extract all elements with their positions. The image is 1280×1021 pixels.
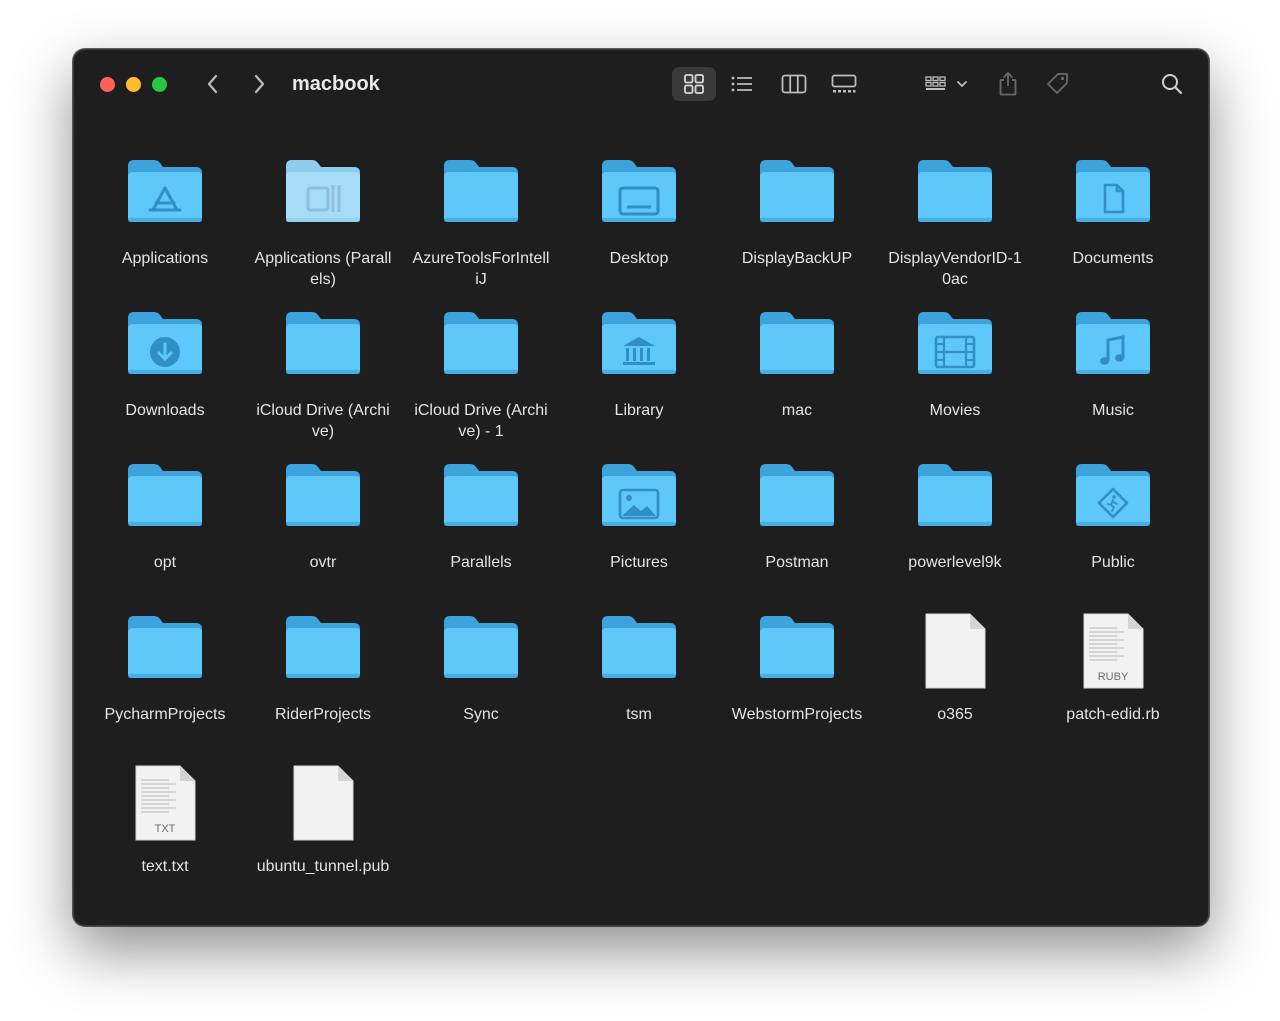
folder-icon <box>436 610 526 686</box>
desktop-folder-icon <box>594 154 684 230</box>
item-label: Music <box>1092 402 1134 419</box>
folder-item[interactable]: Documents <box>1038 154 1188 269</box>
folder-item[interactable]: Parallels <box>406 458 556 573</box>
music-note-folder-icon <box>1068 306 1158 382</box>
folder-item[interactable]: Applications <box>90 154 240 269</box>
item-label: Library <box>614 402 664 419</box>
folder-item[interactable]: Pictures <box>564 458 714 573</box>
folder-item[interactable]: ovtr <box>248 458 398 573</box>
folder-icon <box>752 154 842 230</box>
parallels-folder-icon <box>278 154 368 230</box>
folder-item[interactable]: PycharmProjects <box>90 610 240 725</box>
item-label: Applications <box>121 250 209 267</box>
item-label: Parallels <box>450 554 512 571</box>
folder-item[interactable]: Movies <box>880 306 1030 421</box>
item-label: opt <box>153 554 177 571</box>
picture-folder-icon <box>594 458 684 534</box>
item-label: AzureToolsForIntelliJ <box>412 250 550 288</box>
item-label: text.txt <box>141 858 189 875</box>
folder-icon <box>278 306 368 382</box>
item-label: DisplayBackUP <box>741 250 853 267</box>
item-label: Documents <box>1072 250 1154 267</box>
folder-item[interactable]: DisplayVendorID-10ac <box>880 154 1030 290</box>
folder-icon <box>910 458 1000 534</box>
item-label: PycharmProjects <box>104 706 226 723</box>
ruby-file-icon: RUBY <box>1068 610 1158 690</box>
item-label: Postman <box>765 554 829 571</box>
document-file-icon <box>910 610 1000 690</box>
folder-item[interactable]: Postman <box>722 458 872 573</box>
folder-item[interactable]: iCloud Drive (Archive) - 1 <box>406 306 556 442</box>
folder-item[interactable]: mac <box>722 306 872 421</box>
folder-icon <box>910 154 1000 230</box>
file-item[interactable]: o365 <box>880 610 1030 725</box>
folder-icon <box>752 610 842 686</box>
folder-item[interactable]: Applications (Parallels) <box>248 154 398 290</box>
folder-item[interactable]: RiderProjects <box>248 610 398 725</box>
item-label: Downloads <box>125 402 205 419</box>
txt-file-icon: TXT <box>120 762 210 842</box>
download-folder-icon <box>120 306 210 382</box>
folder-item[interactable]: tsm <box>564 610 714 725</box>
item-label: Applications (Parallels) <box>254 250 392 288</box>
item-label: DisplayVendorID-10ac <box>888 250 1022 288</box>
finder-window: macbook Applications Applications (Paral… <box>73 49 1209 926</box>
item-label: o365 <box>937 706 973 723</box>
folder-item[interactable]: iCloud Drive (Archive) <box>248 306 398 442</box>
folder-icon <box>752 458 842 534</box>
item-label: patch-edid.rb <box>1066 706 1160 723</box>
folder-icon <box>752 306 842 382</box>
app-store-folder-icon <box>120 154 210 230</box>
folder-item[interactable]: Library <box>564 306 714 421</box>
item-label: mac <box>781 402 813 419</box>
folder-item[interactable]: opt <box>90 458 240 573</box>
item-label: ovtr <box>309 554 337 571</box>
item-label: Sync <box>463 706 499 723</box>
item-label: Desktop <box>609 250 669 267</box>
public-sign-folder-icon <box>1068 458 1158 534</box>
item-label: ubuntu_tunnel.pub <box>256 858 390 875</box>
folder-icon <box>594 610 684 686</box>
folder-icon <box>120 610 210 686</box>
folder-item[interactable]: Music <box>1038 306 1188 421</box>
item-label: tsm <box>626 706 652 723</box>
file-item[interactable]: ubuntu_tunnel.pub <box>248 762 398 877</box>
folder-item[interactable]: Desktop <box>564 154 714 269</box>
folder-icon <box>436 458 526 534</box>
item-label: powerlevel9k <box>908 554 1002 571</box>
document-folder-icon <box>1068 154 1158 230</box>
svg-text:TXT: TXT <box>155 823 176 835</box>
file-grid: Applications Applications (Parallels) Azur… <box>74 50 1208 925</box>
folder-item[interactable]: AzureToolsForIntelliJ <box>406 154 556 290</box>
file-item[interactable]: RUBY patch-edid.rb <box>1038 610 1188 725</box>
folder-item[interactable]: WebstormProjects <box>722 610 872 725</box>
item-label: WebstormProjects <box>731 706 863 723</box>
folder-item[interactable]: Sync <box>406 610 556 725</box>
item-label: iCloud Drive (Archive) <box>256 402 390 440</box>
film-folder-icon <box>910 306 1000 382</box>
folder-item[interactable]: Public <box>1038 458 1188 573</box>
item-label: Movies <box>929 402 981 419</box>
folder-item[interactable]: DisplayBackUP <box>722 154 872 269</box>
folder-item[interactable]: Downloads <box>90 306 240 421</box>
item-label: Public <box>1091 554 1135 571</box>
file-item[interactable]: TXT text.txt <box>90 762 240 877</box>
svg-text:RUBY: RUBY <box>1098 671 1129 683</box>
folder-icon <box>120 458 210 534</box>
folder-icon <box>278 610 368 686</box>
document-file-icon <box>278 762 368 842</box>
folder-icon <box>436 154 526 230</box>
item-label: Pictures <box>610 554 668 571</box>
library-folder-icon <box>594 306 684 382</box>
item-label: RiderProjects <box>274 706 372 723</box>
folder-item[interactable]: powerlevel9k <box>880 458 1030 573</box>
item-label: iCloud Drive (Archive) - 1 <box>414 402 548 440</box>
folder-icon <box>436 306 526 382</box>
folder-icon <box>278 458 368 534</box>
